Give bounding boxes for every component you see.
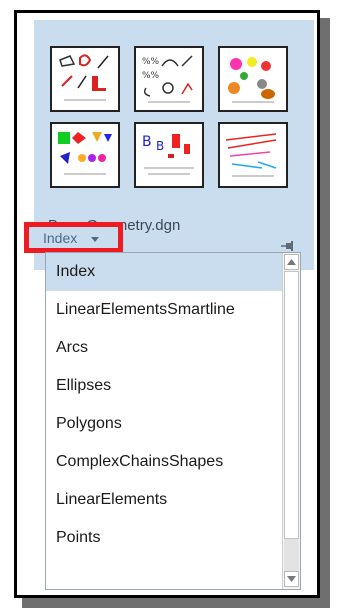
svg-text:B: B — [142, 134, 152, 150]
view-select-dropdown[interactable]: Index — [24, 222, 123, 253]
arrow-down-icon — [287, 576, 296, 582]
view-thumbnail[interactable]: %% %% — [134, 46, 204, 112]
list-item-linearelementssmartline[interactable]: LinearElementsSmartline — [46, 291, 282, 329]
list-item-index[interactable]: Index — [46, 253, 282, 291]
arrow-up-icon — [287, 259, 296, 265]
chevron-down-icon — [91, 237, 99, 242]
view-thumbnail[interactable] — [218, 122, 288, 188]
list-item-arcs[interactable]: Arcs — [46, 329, 282, 367]
view-dropdown-list[interactable]: Index LinearElementsSmartline Arcs Ellip… — [45, 252, 301, 590]
pin-icon[interactable] — [280, 238, 296, 252]
scroll-up-button[interactable] — [284, 254, 299, 270]
view-thumbnail[interactable] — [218, 46, 288, 112]
svg-text:%%: %% — [142, 71, 160, 81]
list-item-complexchainsshapes[interactable]: ComplexChainsShapes — [46, 443, 282, 481]
view-list: Index LinearElementsSmartline Arcs Ellip… — [46, 253, 282, 589]
list-item-polygons[interactable]: Polygons — [46, 405, 282, 443]
vertical-scrollbar[interactable] — [282, 253, 300, 589]
list-item-linearelements[interactable]: LinearElements — [46, 481, 282, 519]
list-item-points[interactable]: Points — [46, 519, 282, 557]
view-thumbnail[interactable] — [50, 46, 120, 112]
svg-text:B: B — [156, 139, 164, 153]
thumbnail-grid: %% %% B B — [50, 46, 290, 196]
view-select-label: Index — [43, 230, 78, 246]
list-item-ellipses[interactable]: Ellipses — [46, 367, 282, 405]
scrollbar-track[interactable] — [284, 539, 299, 571]
scroll-down-button[interactable] — [284, 571, 299, 587]
view-thumbnail[interactable]: B B — [134, 122, 204, 188]
svg-text:%%: %% — [142, 57, 160, 67]
scrollbar-thumb[interactable] — [284, 271, 299, 539]
view-thumbnail[interactable] — [50, 122, 120, 188]
